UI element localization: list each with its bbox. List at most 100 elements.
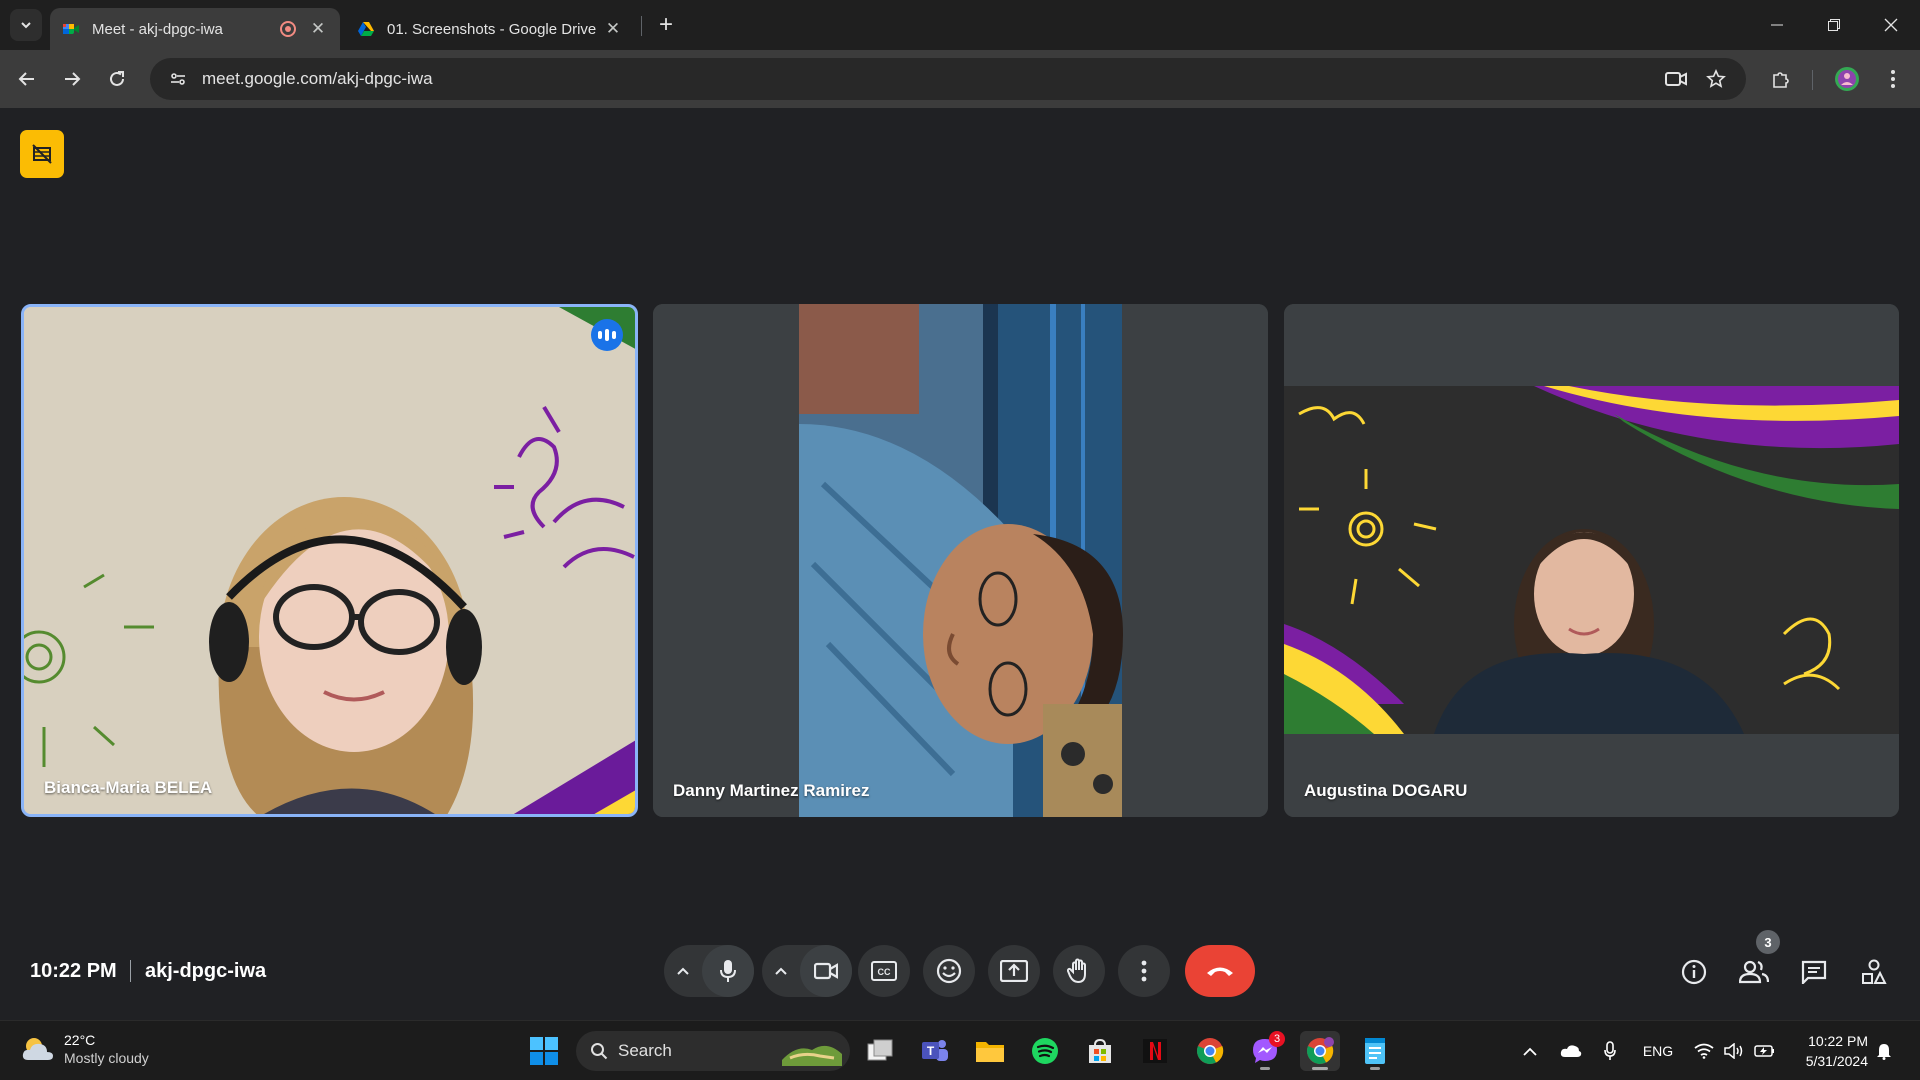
audio-options-button[interactable] [664, 945, 702, 997]
leave-call-button[interactable] [1185, 945, 1255, 997]
tab-meet[interactable]: Meet - akj-dpgc-iwa ✕ [50, 8, 340, 50]
chevron-down-icon [21, 22, 31, 29]
chevron-up-icon [1523, 1047, 1537, 1056]
task-view-button[interactable] [860, 1031, 900, 1071]
meet-call-area: Bianca-Maria BELEA Danny Martinez Ramire… [0, 108, 1920, 1020]
people-button[interactable] [1732, 950, 1776, 994]
participant-name: Bianca-Maria BELEA [44, 778, 213, 797]
minimize-icon [1771, 24, 1783, 26]
close-window-button[interactable] [1862, 0, 1920, 50]
microphone-icon [720, 960, 736, 982]
notifications-button[interactable] [1872, 1037, 1896, 1065]
extensions-button[interactable] [1764, 62, 1798, 96]
meeting-info-divider [130, 960, 131, 982]
star-icon [1706, 69, 1726, 88]
no-video-icon [32, 144, 52, 164]
participant-video [1284, 304, 1899, 817]
recording-indicator-icon [280, 21, 296, 37]
toolbar-divider [1812, 70, 1813, 90]
messenger-app[interactable]: 3 [1245, 1031, 1285, 1071]
microphone-button[interactable] [702, 945, 754, 997]
running-indicator [1370, 1067, 1380, 1070]
camera-button[interactable] [800, 945, 852, 997]
netflix-app[interactable] [1135, 1031, 1175, 1071]
spotify-app[interactable] [1025, 1031, 1065, 1071]
teams-icon: T [922, 1040, 948, 1061]
site-info-icon[interactable] [158, 70, 198, 88]
emoji-icon [936, 958, 962, 984]
arrow-right-icon [65, 72, 81, 86]
participant-video [24, 307, 635, 814]
weather-temperature: 22°C [64, 1032, 96, 1048]
windows-taskbar: 22°C Mostly cloudy Search T 3 ENG 10:22 … [0, 1020, 1920, 1080]
chat-button[interactable] [1792, 950, 1836, 994]
bookmark-button[interactable] [1696, 58, 1736, 100]
microphone-tray[interactable] [1598, 1037, 1622, 1065]
browser-menu-button[interactable] [1876, 62, 1910, 96]
meeting-info-badge[interactable] [20, 130, 64, 178]
reload-button[interactable] [100, 62, 134, 96]
minimize-button[interactable] [1748, 0, 1806, 50]
participant-tile[interactable]: Danny Martinez Ramirez [653, 304, 1268, 817]
tab-search-button[interactable] [10, 9, 42, 41]
volume-tray[interactable] [1722, 1037, 1746, 1065]
close-tab-icon[interactable]: ✕ [308, 19, 328, 39]
spotify-icon [1032, 1038, 1058, 1064]
activities-button[interactable] [1852, 950, 1896, 994]
tab-google-drive[interactable]: 01. Screenshots - Google Drive ✕ [345, 8, 635, 50]
google-drive-icon [358, 22, 374, 36]
video-camera-icon [814, 962, 838, 980]
raise-hand-button[interactable] [1053, 945, 1105, 997]
meeting-code: akj-dpgc-iwa [145, 960, 267, 982]
participant-name: Danny Martinez Ramirez [673, 781, 870, 800]
avatar-icon [1835, 67, 1859, 91]
weather-widget[interactable]: 22°C Mostly cloudy [20, 1031, 149, 1067]
folder-icon [976, 1042, 1004, 1062]
wifi-tray[interactable] [1692, 1037, 1716, 1065]
camera-in-use-button[interactable] [1656, 58, 1696, 100]
search-label: Search [618, 1041, 672, 1060]
profile-avatar[interactable] [1830, 62, 1864, 96]
info-icon [1681, 959, 1707, 985]
running-indicator [1260, 1067, 1270, 1070]
participant-tile[interactable]: Bianca-Maria BELEA [21, 304, 638, 817]
google-meet-icon [63, 24, 79, 34]
svg-text:CC: CC [878, 967, 891, 977]
meeting-details-button[interactable] [1672, 950, 1716, 994]
chevron-up-icon [677, 967, 689, 975]
close-tab-icon[interactable]: ✕ [603, 19, 623, 39]
clock-date: 5/31/2024 [1805, 1053, 1868, 1069]
chrome-profile-app[interactable] [1300, 1031, 1340, 1071]
file-explorer-app[interactable] [970, 1031, 1010, 1071]
messenger-notification-badge: 3 [1269, 1031, 1285, 1047]
participant-tile[interactable]: Augustina DOGARU [1284, 304, 1899, 817]
teams-app[interactable]: T [915, 1031, 955, 1071]
restore-button[interactable] [1805, 0, 1863, 50]
browser-tab-bar: Meet - akj-dpgc-iwa ✕ 01. Screenshots - … [0, 0, 1920, 50]
chrome-app[interactable] [1190, 1031, 1230, 1071]
new-tab-button[interactable]: + [652, 12, 680, 40]
taskbar-search-box[interactable]: Search [576, 1031, 850, 1071]
back-button[interactable] [10, 62, 44, 96]
chat-icon [1801, 960, 1827, 984]
input-language-indicator[interactable]: ENG [1636, 1037, 1680, 1065]
microphone-icon [1604, 1041, 1616, 1060]
microsoft-store-app[interactable] [1080, 1031, 1120, 1071]
start-button[interactable] [524, 1031, 564, 1071]
system-clock[interactable]: 10:22 PM 5/31/2024 [1792, 1031, 1868, 1071]
present-screen-button[interactable] [988, 945, 1040, 997]
address-bar[interactable]: meet.google.com/akj-dpgc-iwa [150, 58, 1746, 100]
task-view-icon [867, 1039, 893, 1061]
more-options-button[interactable] [1118, 945, 1170, 997]
captions-button[interactable]: CC [858, 945, 910, 997]
onedrive-tray[interactable] [1558, 1037, 1584, 1065]
cloud-icon [1560, 1045, 1582, 1057]
battery-tray[interactable] [1752, 1037, 1778, 1065]
forward-button[interactable] [55, 62, 89, 96]
notepad-app[interactable] [1355, 1031, 1395, 1071]
weather-condition: Mostly cloudy [64, 1050, 149, 1066]
battery-charging-icon [1754, 1045, 1774, 1057]
reactions-button[interactable] [923, 945, 975, 997]
show-hidden-icons-button[interactable] [1518, 1037, 1542, 1065]
video-options-button[interactable] [762, 945, 800, 997]
